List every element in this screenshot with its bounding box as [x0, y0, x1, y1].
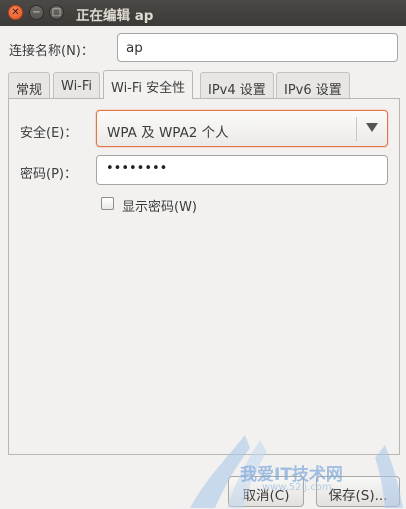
tab-panel-wifi-security: [8, 98, 400, 455]
window-minimize-button[interactable]: −: [29, 5, 44, 20]
tab-wifi[interactable]: Wi-Fi: [53, 72, 101, 98]
show-password-checkbox[interactable]: [101, 197, 114, 210]
tab-wifi-security[interactable]: Wi-Fi 安全性: [103, 70, 194, 99]
security-select-separator: [356, 117, 357, 141]
show-password-label[interactable]: 显示密码(W): [122, 196, 197, 215]
window-maximize-button[interactable]: □: [49, 5, 64, 20]
tab-ipv4-settings[interactable]: IPv4 设置: [200, 72, 274, 98]
dropdown-arrow-icon[interactable]: [366, 123, 378, 132]
window-titlebar[interactable]: ✕ − □ 正在编辑 ap: [0, 0, 406, 26]
security-label: 安全(E)：: [20, 126, 78, 141]
connection-name-input[interactable]: ap: [117, 33, 398, 62]
security-select-value: WPA 及 WPA2 个人: [107, 125, 229, 141]
password-label: 密码(P)：: [20, 167, 77, 182]
window-close-button[interactable]: ✕: [8, 5, 23, 20]
window-title: 正在编辑 ap: [76, 8, 154, 24]
connection-name-label: 连接名称(N)：: [9, 44, 94, 59]
security-select[interactable]: WPA 及 WPA2 个人: [96, 110, 388, 147]
cancel-button[interactable]: 取消(C): [228, 476, 304, 507]
password-field[interactable]: ••••••••: [96, 155, 388, 185]
save-button[interactable]: 保存(S)...: [316, 476, 400, 507]
tab-ipv6-settings[interactable]: IPv6 设置: [276, 72, 350, 98]
tab-general[interactable]: 常规: [8, 72, 51, 98]
